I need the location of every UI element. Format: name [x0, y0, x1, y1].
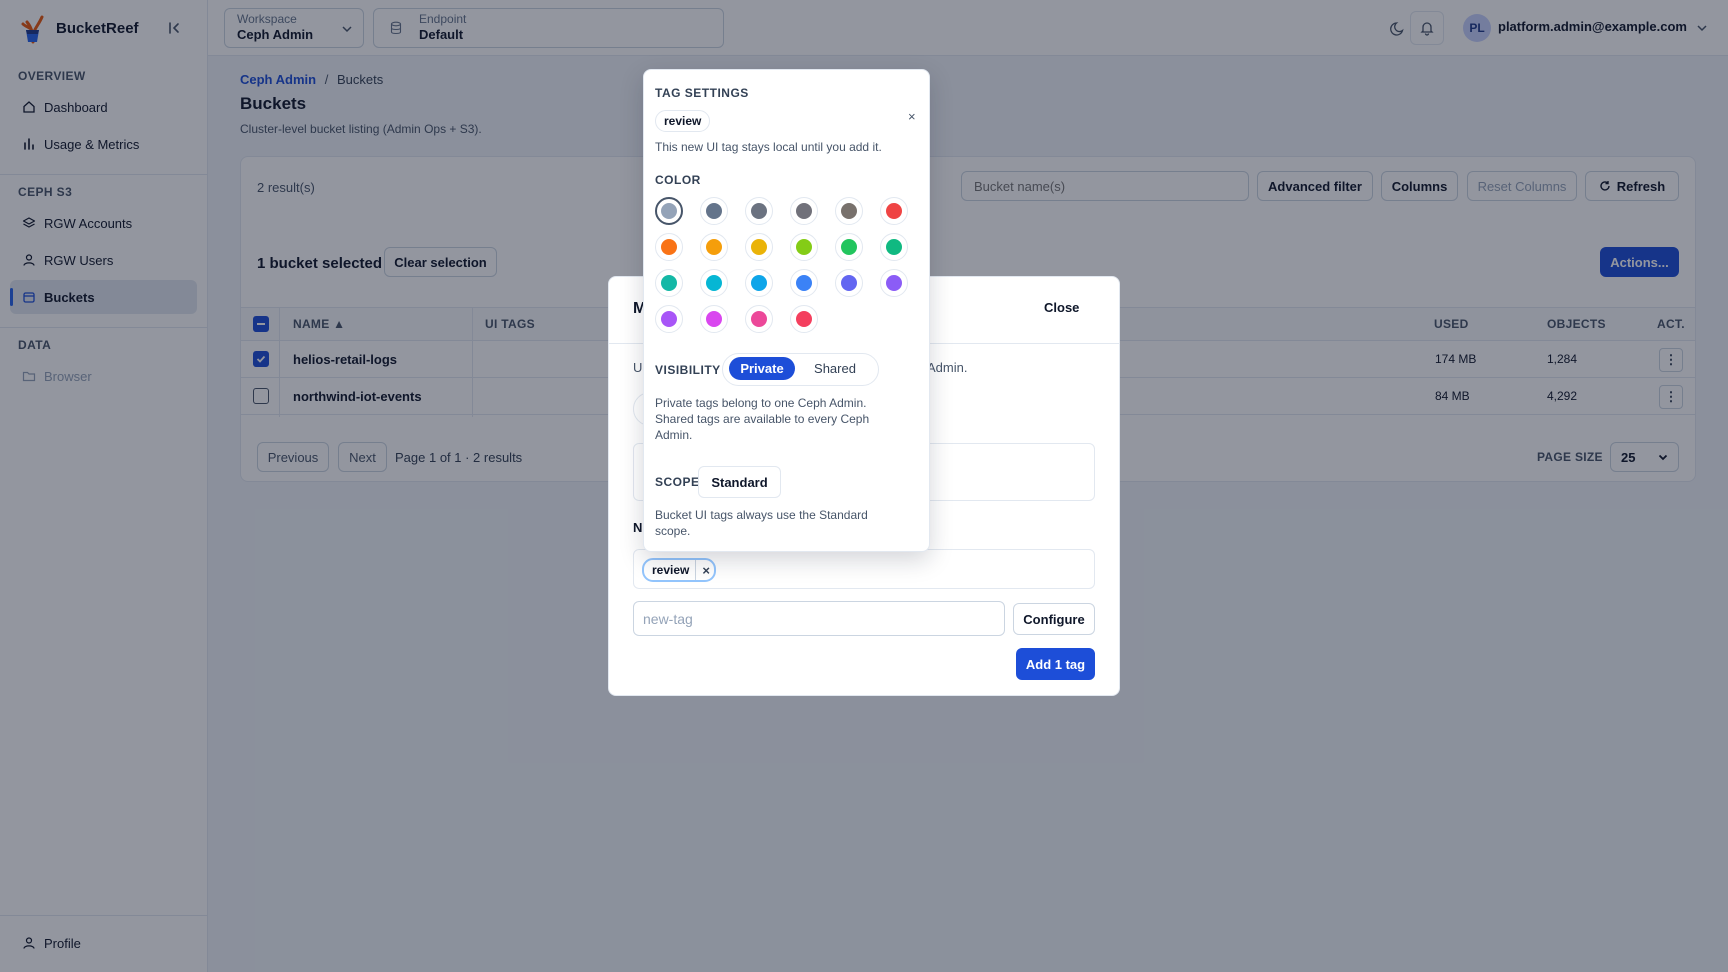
- color-swatch[interactable]: [700, 269, 728, 297]
- color-swatch-dot: [661, 275, 677, 291]
- color-swatch-dot: [796, 203, 812, 219]
- color-swatch[interactable]: [835, 233, 863, 261]
- color-swatch[interactable]: [655, 233, 683, 261]
- color-swatch-dot: [661, 239, 677, 255]
- color-swatch-dot: [661, 311, 677, 327]
- scope-heading: SCOPE: [655, 475, 700, 489]
- color-swatch-dot: [886, 239, 902, 255]
- visibility-shared-option[interactable]: Shared: [801, 357, 869, 380]
- color-swatch-dot: [751, 275, 767, 291]
- color-swatch[interactable]: [700, 233, 728, 261]
- color-swatch[interactable]: [790, 305, 818, 333]
- color-swatch-dot: [841, 203, 857, 219]
- color-swatch-dot: [796, 275, 812, 291]
- modal-description-end: Admin.: [927, 360, 967, 375]
- color-swatch[interactable]: [790, 269, 818, 297]
- scope-standard-option[interactable]: Standard: [698, 466, 781, 498]
- modal-close-button[interactable]: Close: [1044, 300, 1079, 315]
- add-tag-button[interactable]: Add 1 tag: [1016, 648, 1095, 680]
- visibility-help: Private tags belong to one Ceph Admin. S…: [655, 395, 895, 443]
- remove-tag-icon[interactable]: ×: [702, 563, 710, 578]
- configure-tag-button[interactable]: Configure: [1013, 603, 1095, 635]
- color-swatch[interactable]: [835, 197, 863, 225]
- tag-settings-note: This new UI tag stays local until you ad…: [655, 139, 915, 155]
- color-heading: COLOR: [655, 173, 701, 187]
- color-swatch-dot: [796, 311, 812, 327]
- color-swatch-dot: [661, 203, 677, 219]
- color-swatch[interactable]: [745, 305, 773, 333]
- pending-tag-chip[interactable]: review ×: [642, 558, 716, 582]
- color-swatch[interactable]: [880, 233, 908, 261]
- color-swatch[interactable]: [700, 305, 728, 333]
- color-swatch[interactable]: [700, 197, 728, 225]
- color-swatch-dot: [796, 239, 812, 255]
- color-swatch[interactable]: [835, 269, 863, 297]
- tag-preview-chip: review: [655, 110, 710, 132]
- visibility-private-option[interactable]: Private: [729, 357, 795, 380]
- scope-help: Bucket UI tags always use the Standard s…: [655, 507, 895, 539]
- new-tag-input[interactable]: [633, 601, 1005, 636]
- color-swatch-dot: [751, 203, 767, 219]
- close-icon[interactable]: ×: [908, 109, 916, 124]
- modal-description-start: U: [633, 360, 642, 375]
- color-swatch-dot: [706, 311, 722, 327]
- color-swatch-dot: [706, 203, 722, 219]
- color-swatch-dot: [886, 275, 902, 291]
- color-swatch[interactable]: [655, 305, 683, 333]
- pending-tags-box: review ×: [633, 549, 1095, 589]
- new-tags-heading: N: [633, 520, 642, 535]
- color-swatch[interactable]: [880, 197, 908, 225]
- chip-divider: [695, 560, 696, 580]
- tag-settings-heading: TAG SETTINGS: [655, 86, 749, 100]
- color-swatch[interactable]: [790, 197, 818, 225]
- color-swatch[interactable]: [745, 269, 773, 297]
- color-swatch[interactable]: [790, 233, 818, 261]
- color-swatch[interactable]: [655, 269, 683, 297]
- pending-tag-label: review: [652, 563, 689, 577]
- color-swatch-dot: [886, 203, 902, 219]
- color-swatch-dot: [751, 311, 767, 327]
- color-swatch-dot: [841, 239, 857, 255]
- color-swatch-dot: [841, 275, 857, 291]
- color-swatch[interactable]: [745, 197, 773, 225]
- color-swatch[interactable]: [655, 197, 683, 225]
- color-swatch-dot: [751, 239, 767, 255]
- color-swatch-dot: [706, 275, 722, 291]
- visibility-heading: VISIBILITY: [655, 363, 721, 377]
- color-swatch[interactable]: [745, 233, 773, 261]
- color-swatch-dot: [706, 239, 722, 255]
- color-swatch[interactable]: [880, 269, 908, 297]
